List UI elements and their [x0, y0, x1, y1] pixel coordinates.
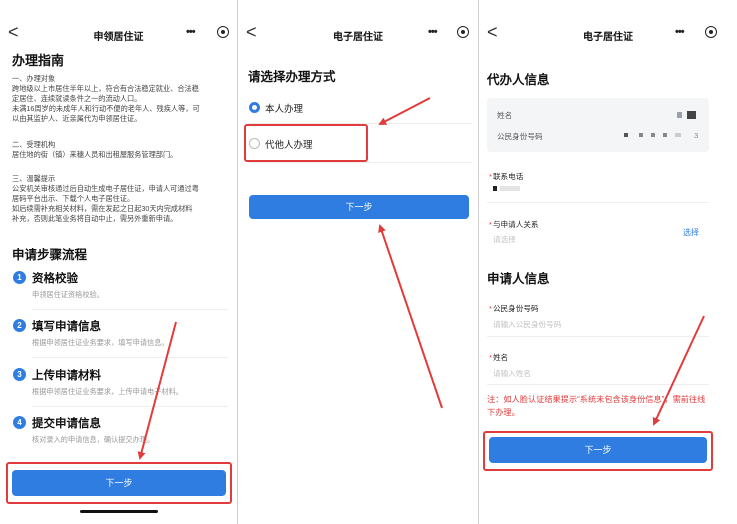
divider: [32, 309, 228, 310]
home-indicator: [80, 510, 158, 513]
masked-value: [651, 133, 655, 137]
masked-value: [675, 133, 681, 137]
id-number-tail: 3: [694, 131, 699, 140]
divider: [487, 384, 709, 385]
notice-text: 注：如人脸认证结果提示“系统未包含该身份信息”，需前往线下办理。: [487, 395, 706, 417]
relation-placeholder: 请选择: [493, 235, 516, 244]
step-title: 上传申请材料: [32, 370, 101, 382]
masked-value: [687, 111, 696, 119]
more-icon[interactable]: •••: [186, 26, 196, 38]
name-label: *姓名: [489, 353, 509, 362]
page-title: 申领居住证: [93, 32, 144, 43]
top-bar: < 电子居住证 •••: [238, 0, 478, 43]
annotation-highlight-box: [483, 431, 713, 471]
step-desc: 核对录入的申请信息，确认提交办理。: [32, 435, 155, 444]
step-number: 2: [13, 319, 26, 332]
divider: [248, 162, 472, 163]
step-number: 3: [13, 368, 26, 381]
section-3: 三、温馨提示 公安机关审核通过后自动生成电子居住证，申请人可通过粤 居码平台出示…: [12, 174, 199, 223]
step-desc: 根据申领居住证业务要求，上传申请电子材料。: [32, 387, 183, 396]
annotation-highlight-box: [6, 462, 232, 504]
step-title: 填写申请信息: [32, 321, 101, 333]
more-icon[interactable]: •••: [675, 26, 685, 38]
close-miniprogram-icon[interactable]: [457, 26, 469, 38]
id-number-label: 公民身份号码: [497, 132, 543, 141]
name-label: 姓名: [497, 111, 513, 120]
close-miniprogram-icon[interactable]: [705, 26, 717, 38]
masked-value: [624, 133, 628, 137]
masked-value: [493, 186, 497, 191]
masked-value: [500, 186, 520, 191]
section-2: 二、受理机构 居住地的街（镇）来穗人员和出租屋服务管理部门。: [12, 140, 178, 159]
radio-checked-icon[interactable]: [249, 102, 260, 113]
phone-label: *联系电话: [489, 172, 524, 181]
masked-value: [663, 133, 667, 137]
method-panel: < 电子居住证 ••• 请选择办理方式 本人办理 代他人办理 下一步: [238, 0, 478, 524]
step-title: 提交申请信息: [32, 418, 101, 430]
id-number-label: *公民身份号码: [489, 304, 539, 313]
form-panel: < 电子居住证 ••• 代办人信息 姓名 公民身份号码 3 *联系电话 *与申请…: [479, 0, 737, 524]
divider: [487, 202, 709, 203]
divider: [487, 336, 709, 337]
guide-panel: < 申领居住证 ••• 办理指南 一、办理对象 跨地级以上市居住半年以上，符合有…: [0, 0, 237, 524]
step-desc: 申领居住证资格校验。: [32, 290, 104, 299]
agent-info-title: 代办人信息: [487, 73, 550, 87]
page-title: 电子居住证: [583, 32, 633, 43]
method-heading: 请选择办理方式: [248, 70, 336, 84]
more-icon[interactable]: •••: [428, 26, 438, 38]
page-title: 电子居住证: [333, 32, 383, 43]
close-miniprogram-icon[interactable]: [217, 26, 229, 38]
next-button[interactable]: 下一步: [249, 195, 469, 219]
section-1: 一、办理对象 跨地级以上市居住半年以上，符合有合法稳定就业、合法稳 定居住、连续…: [12, 74, 200, 123]
agent-info-card: 姓名 公民身份号码 3: [487, 98, 709, 152]
step-desc: 根据申领居住证业务要求，填写申请信息。: [32, 338, 169, 347]
flow-title: 申请步骤流程: [12, 248, 88, 262]
step-number: 4: [13, 416, 26, 429]
applicant-info-title: 申请人信息: [487, 272, 550, 286]
relation-label: *与申请人关系: [489, 220, 539, 229]
id-number-input[interactable]: 请输入公民身份号码: [493, 319, 561, 330]
guide-title: 办理指南: [12, 53, 65, 68]
divider: [32, 406, 228, 407]
step-title: 资格校验: [32, 273, 78, 285]
annotation-highlight-box: [244, 124, 368, 162]
option-label: 本人办理: [265, 104, 304, 115]
top-bar: < 申领居住证 •••: [0, 0, 237, 43]
divider: [32, 357, 228, 358]
masked-value: [677, 112, 682, 118]
choose-link[interactable]: 选择: [683, 227, 699, 238]
name-input[interactable]: 请输入姓名: [493, 368, 531, 379]
top-bar: < 电子居住证 •••: [479, 0, 737, 43]
step-number: 1: [13, 271, 26, 284]
masked-value: [639, 133, 643, 137]
